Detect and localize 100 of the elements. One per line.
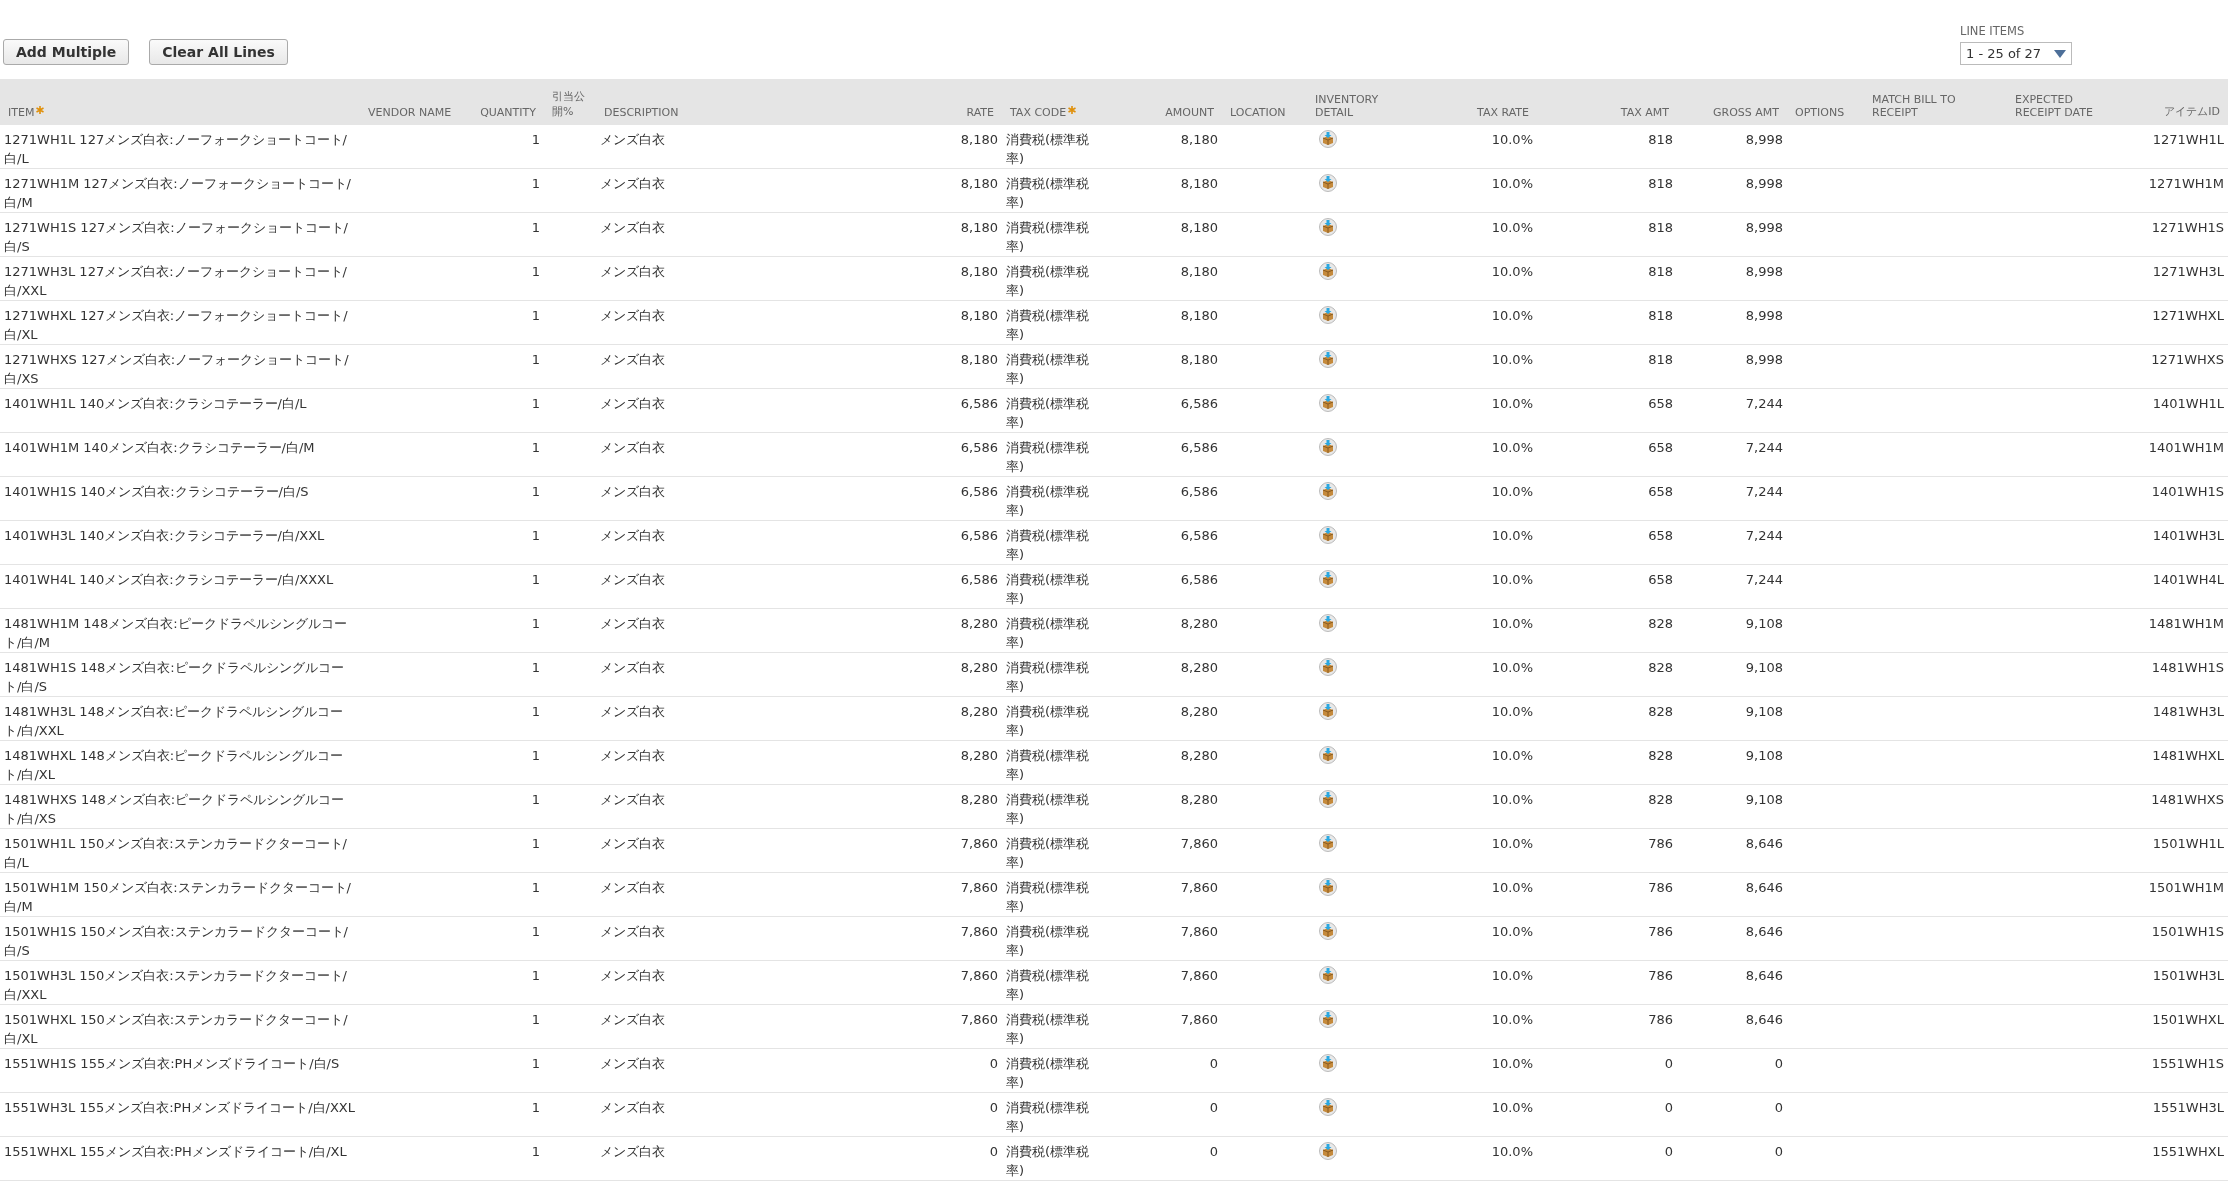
column-header: 引当公開% — [552, 89, 586, 119]
item-cell: 1271WH3L 127メンズ白衣:ノーフォークショートコート/白/XXL — [4, 264, 347, 298]
item-id-cell: 1551WH1S — [2151, 1056, 2224, 1071]
tax-code-cell-text: 消費税(標準税率) — [1006, 307, 1091, 344]
quantity-cell: 1 — [531, 572, 540, 587]
box-icon[interactable] — [1319, 966, 1337, 984]
box-icon[interactable] — [1319, 570, 1337, 588]
box-icon[interactable] — [1319, 834, 1337, 852]
tax-code-cell-text: 消費税(標準税率) — [1006, 219, 1091, 256]
description-cell: メンズ白衣 — [600, 396, 665, 411]
line-items-label: LINE ITEMS — [1960, 24, 2026, 38]
box-icon[interactable] — [1319, 1098, 1337, 1116]
tax-rate-cell: 10.0% — [1491, 968, 1533, 983]
tax-amount-cell: 818 — [1648, 308, 1673, 323]
box-icon[interactable] — [1319, 262, 1337, 280]
toolbar-button[interactable]: Add Multiple — [3, 39, 130, 65]
box-icon[interactable] — [1319, 438, 1337, 456]
quantity-cell: 1 — [531, 484, 540, 499]
tax-rate-cell: 10.0% — [1491, 1012, 1533, 1027]
column-header: TAX CODE — [1010, 106, 1067, 119]
amount-cell: 8,280 — [1180, 660, 1218, 675]
tax-code-cell-text: 消費税(標準税率) — [1006, 395, 1091, 432]
tax-code-cell-text: 消費税(標準税率) — [1006, 923, 1091, 960]
box-icon[interactable] — [1319, 350, 1337, 368]
amount-cell: 8,180 — [1180, 308, 1218, 323]
tax-code-cell-text: 消費税(標準税率) — [1006, 879, 1091, 916]
box-icon[interactable] — [1319, 658, 1337, 676]
item-cell: 1501WH3L 150メンズ白衣:ステンカラードクターコート/白/XXL — [4, 968, 347, 1002]
amount-cell: 8,280 — [1180, 792, 1218, 807]
item-cell: 1501WH1M 150メンズ白衣:ステンカラードクターコート/白/M — [4, 880, 351, 914]
tax-amount-cell: 786 — [1648, 1012, 1673, 1027]
line-items-dropdown[interactable]: 1 - 25 of 27 — [1960, 42, 2072, 65]
rate-cell: 8,180 — [960, 308, 998, 323]
column-header: GROSS AMT — [1712, 106, 1779, 119]
tax-code-cell-text: 消費税(標準税率) — [1006, 131, 1091, 168]
gross-amount-cell: 9,108 — [1745, 616, 1783, 631]
item-cell: 1501WH1L 150メンズ白衣:ステンカラードクターコート/白/L — [4, 836, 347, 870]
tax-amount-cell: 818 — [1648, 176, 1673, 191]
box-icon[interactable] — [1319, 790, 1337, 808]
description-cell: メンズ白衣 — [600, 924, 665, 939]
item-cell: 1271WHXL 127メンズ白衣:ノーフォークショートコート/白/XL — [4, 308, 348, 342]
tax-rate-cell: 10.0% — [1491, 484, 1533, 499]
amount-cell: 0 — [1209, 1056, 1218, 1071]
column-header: QUANTITY — [480, 106, 536, 119]
column-header: EXPECTED RECEIPT DATE — [2015, 93, 2094, 119]
box-icon[interactable] — [1319, 394, 1337, 412]
item-cell: 1481WH1S 148メンズ白衣:ピークドラペルシングルコート/白/S — [4, 660, 344, 694]
tax-code-cell-text: 消費税(標準税率) — [1006, 263, 1091, 300]
box-icon[interactable] — [1319, 922, 1337, 940]
tax-code-cell-text: 消費税(標準税率) — [1006, 659, 1091, 696]
box-icon[interactable] — [1319, 218, 1337, 236]
item-cell: 1401WH3L 140メンズ白衣:クラシコテーラー/白/XXL — [4, 528, 325, 543]
rate-cell: 8,180 — [960, 264, 998, 279]
box-icon[interactable] — [1319, 1010, 1337, 1028]
description-cell: メンズ白衣 — [600, 1056, 665, 1071]
quantity-cell: 1 — [531, 880, 540, 895]
box-icon[interactable] — [1319, 1142, 1337, 1160]
description-cell: メンズ白衣 — [600, 264, 665, 279]
box-icon[interactable] — [1319, 746, 1337, 764]
box-icon[interactable] — [1319, 526, 1337, 544]
description-cell: メンズ白衣 — [600, 1144, 665, 1159]
column-header: OPTIONS — [1795, 106, 1845, 119]
toolbar-button[interactable]: Clear All Lines — [149, 39, 288, 65]
tax-amount-cell: 0 — [1664, 1056, 1673, 1071]
rate-cell: 8,180 — [960, 352, 998, 367]
rate-cell: 0 — [989, 1056, 998, 1071]
item-id-cell: 1271WH1S — [2151, 220, 2224, 235]
amount-cell: 6,586 — [1180, 440, 1218, 455]
box-icon[interactable] — [1319, 878, 1337, 896]
item-id-cell: 1401WH1L — [2152, 396, 2224, 411]
item-id-cell: 1401WH4L — [2152, 572, 2224, 587]
item-cell: 1401WH4L 140メンズ白衣:クラシコテーラー/白/XXXL — [4, 572, 334, 587]
item-cell: 1481WH1M 148メンズ白衣:ピークドラペルシングルコート/白/M — [4, 616, 347, 650]
tax-code-cell-text: 消費税(標準税率) — [1006, 835, 1091, 872]
box-icon[interactable] — [1319, 306, 1337, 324]
rate-cell: 8,280 — [960, 616, 998, 631]
tax-rate-cell: 10.0% — [1491, 308, 1533, 323]
amount-cell: 8,180 — [1180, 264, 1218, 279]
box-icon[interactable] — [1319, 174, 1337, 192]
box-icon[interactable] — [1319, 130, 1337, 148]
rate-cell: 8,280 — [960, 660, 998, 675]
tax-code-cell-text: 消費税(標準税率) — [1006, 1099, 1091, 1136]
item-cell: 1501WHXL 150メンズ白衣:ステンカラードクターコート/白/XL — [4, 1012, 348, 1046]
quantity-cell: 1 — [531, 1144, 540, 1159]
tax-amount-cell: 786 — [1648, 924, 1673, 939]
box-icon[interactable] — [1319, 1054, 1337, 1072]
tax-amount-cell: 818 — [1648, 132, 1673, 147]
box-icon[interactable] — [1319, 702, 1337, 720]
tax-code-cell-text: 消費税(標準税率) — [1006, 615, 1091, 652]
rate-cell: 7,860 — [960, 836, 998, 851]
tax-code-cell-text: 消費税(標準税率) — [1006, 703, 1091, 740]
item-id-cell: 1551WHXL — [2152, 1144, 2224, 1159]
box-icon[interactable] — [1319, 482, 1337, 500]
item-cell: 1481WHXL 148メンズ白衣:ピークドラペルシングルコート/白/XL — [4, 748, 344, 782]
item-id-cell: 1551WH3L — [2152, 1100, 2224, 1115]
quantity-cell: 1 — [531, 352, 540, 367]
tax-rate-cell: 10.0% — [1491, 176, 1533, 191]
tax-code-cell-text: 消費税(標準税率) — [1006, 1011, 1091, 1048]
box-icon[interactable] — [1319, 614, 1337, 632]
amount-cell: 7,860 — [1180, 880, 1218, 895]
